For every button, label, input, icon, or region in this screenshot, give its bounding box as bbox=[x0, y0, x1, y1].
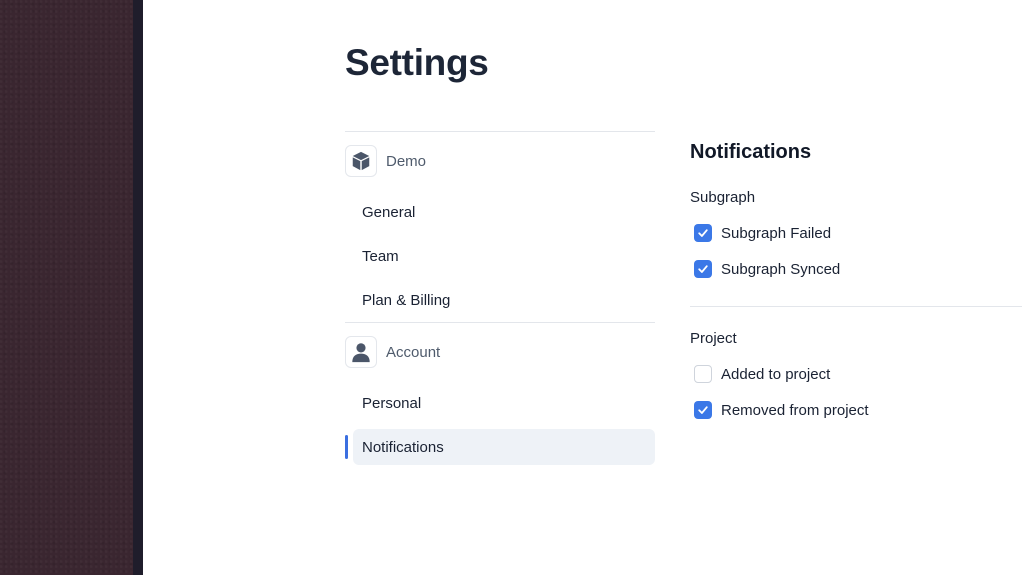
checkmark-icon bbox=[698, 406, 708, 414]
sidebar-section-account: Account bbox=[345, 323, 655, 381]
option-label: Removed from project bbox=[721, 401, 869, 419]
sidebar-item-personal[interactable]: Personal bbox=[345, 381, 655, 425]
window-edge bbox=[133, 0, 143, 575]
sidebar-item-notifications[interactable]: Notifications bbox=[345, 425, 655, 469]
desktop-background bbox=[0, 0, 133, 575]
checkmark-icon bbox=[698, 229, 708, 237]
option-added-to-project[interactable]: Added to project bbox=[690, 356, 1022, 392]
checkbox-checked[interactable] bbox=[694, 224, 712, 242]
notifications-panel: Notifications Subgraph Subgraph Failed S… bbox=[690, 141, 1022, 428]
cube-icon bbox=[345, 145, 377, 177]
option-subgraph-failed[interactable]: Subgraph Failed bbox=[690, 215, 1022, 251]
checkbox-checked[interactable] bbox=[694, 260, 712, 278]
option-subgraph-synced[interactable]: Subgraph Synced bbox=[690, 251, 1022, 287]
checkbox-checked[interactable] bbox=[694, 401, 712, 419]
sidebar-section-label: Demo bbox=[386, 152, 427, 170]
sidebar-section-label: Account bbox=[386, 343, 441, 361]
section-title: Notifications bbox=[690, 141, 812, 163]
active-item-indicator bbox=[345, 435, 348, 459]
sidebar-item-label: Notifications bbox=[362, 438, 444, 456]
option-label: Subgraph Synced bbox=[721, 260, 841, 278]
option-removed-from-project[interactable]: Removed from project bbox=[690, 392, 1022, 428]
sidebar-item-label: Team bbox=[362, 247, 399, 265]
group-title-project: Project bbox=[690, 330, 737, 347]
sidebar-item-team[interactable]: Team bbox=[345, 234, 655, 278]
sidebar-item-plan-billing[interactable]: Plan & Billing bbox=[345, 278, 655, 322]
sidebar-item-label: General bbox=[362, 203, 416, 221]
option-label: Subgraph Failed bbox=[721, 224, 832, 242]
settings-window: Settings Demo General Team Plan & Billin… bbox=[143, 0, 1022, 575]
sidebar-item-general[interactable]: General bbox=[345, 190, 655, 234]
option-label: Added to project bbox=[721, 365, 831, 383]
checkbox-unchecked[interactable] bbox=[694, 365, 712, 383]
group-title-subgraph: Subgraph bbox=[690, 189, 756, 206]
user-icon bbox=[345, 336, 377, 368]
page-title: Settings bbox=[345, 42, 489, 83]
sidebar-item-label: Plan & Billing bbox=[362, 291, 451, 309]
sidebar-section-demo: Demo bbox=[345, 132, 655, 190]
sidebar-item-label: Personal bbox=[362, 394, 422, 412]
checkmark-icon bbox=[698, 265, 708, 273]
group-divider bbox=[690, 306, 1022, 307]
settings-sidebar: Demo General Team Plan & Billing Account… bbox=[345, 131, 655, 469]
